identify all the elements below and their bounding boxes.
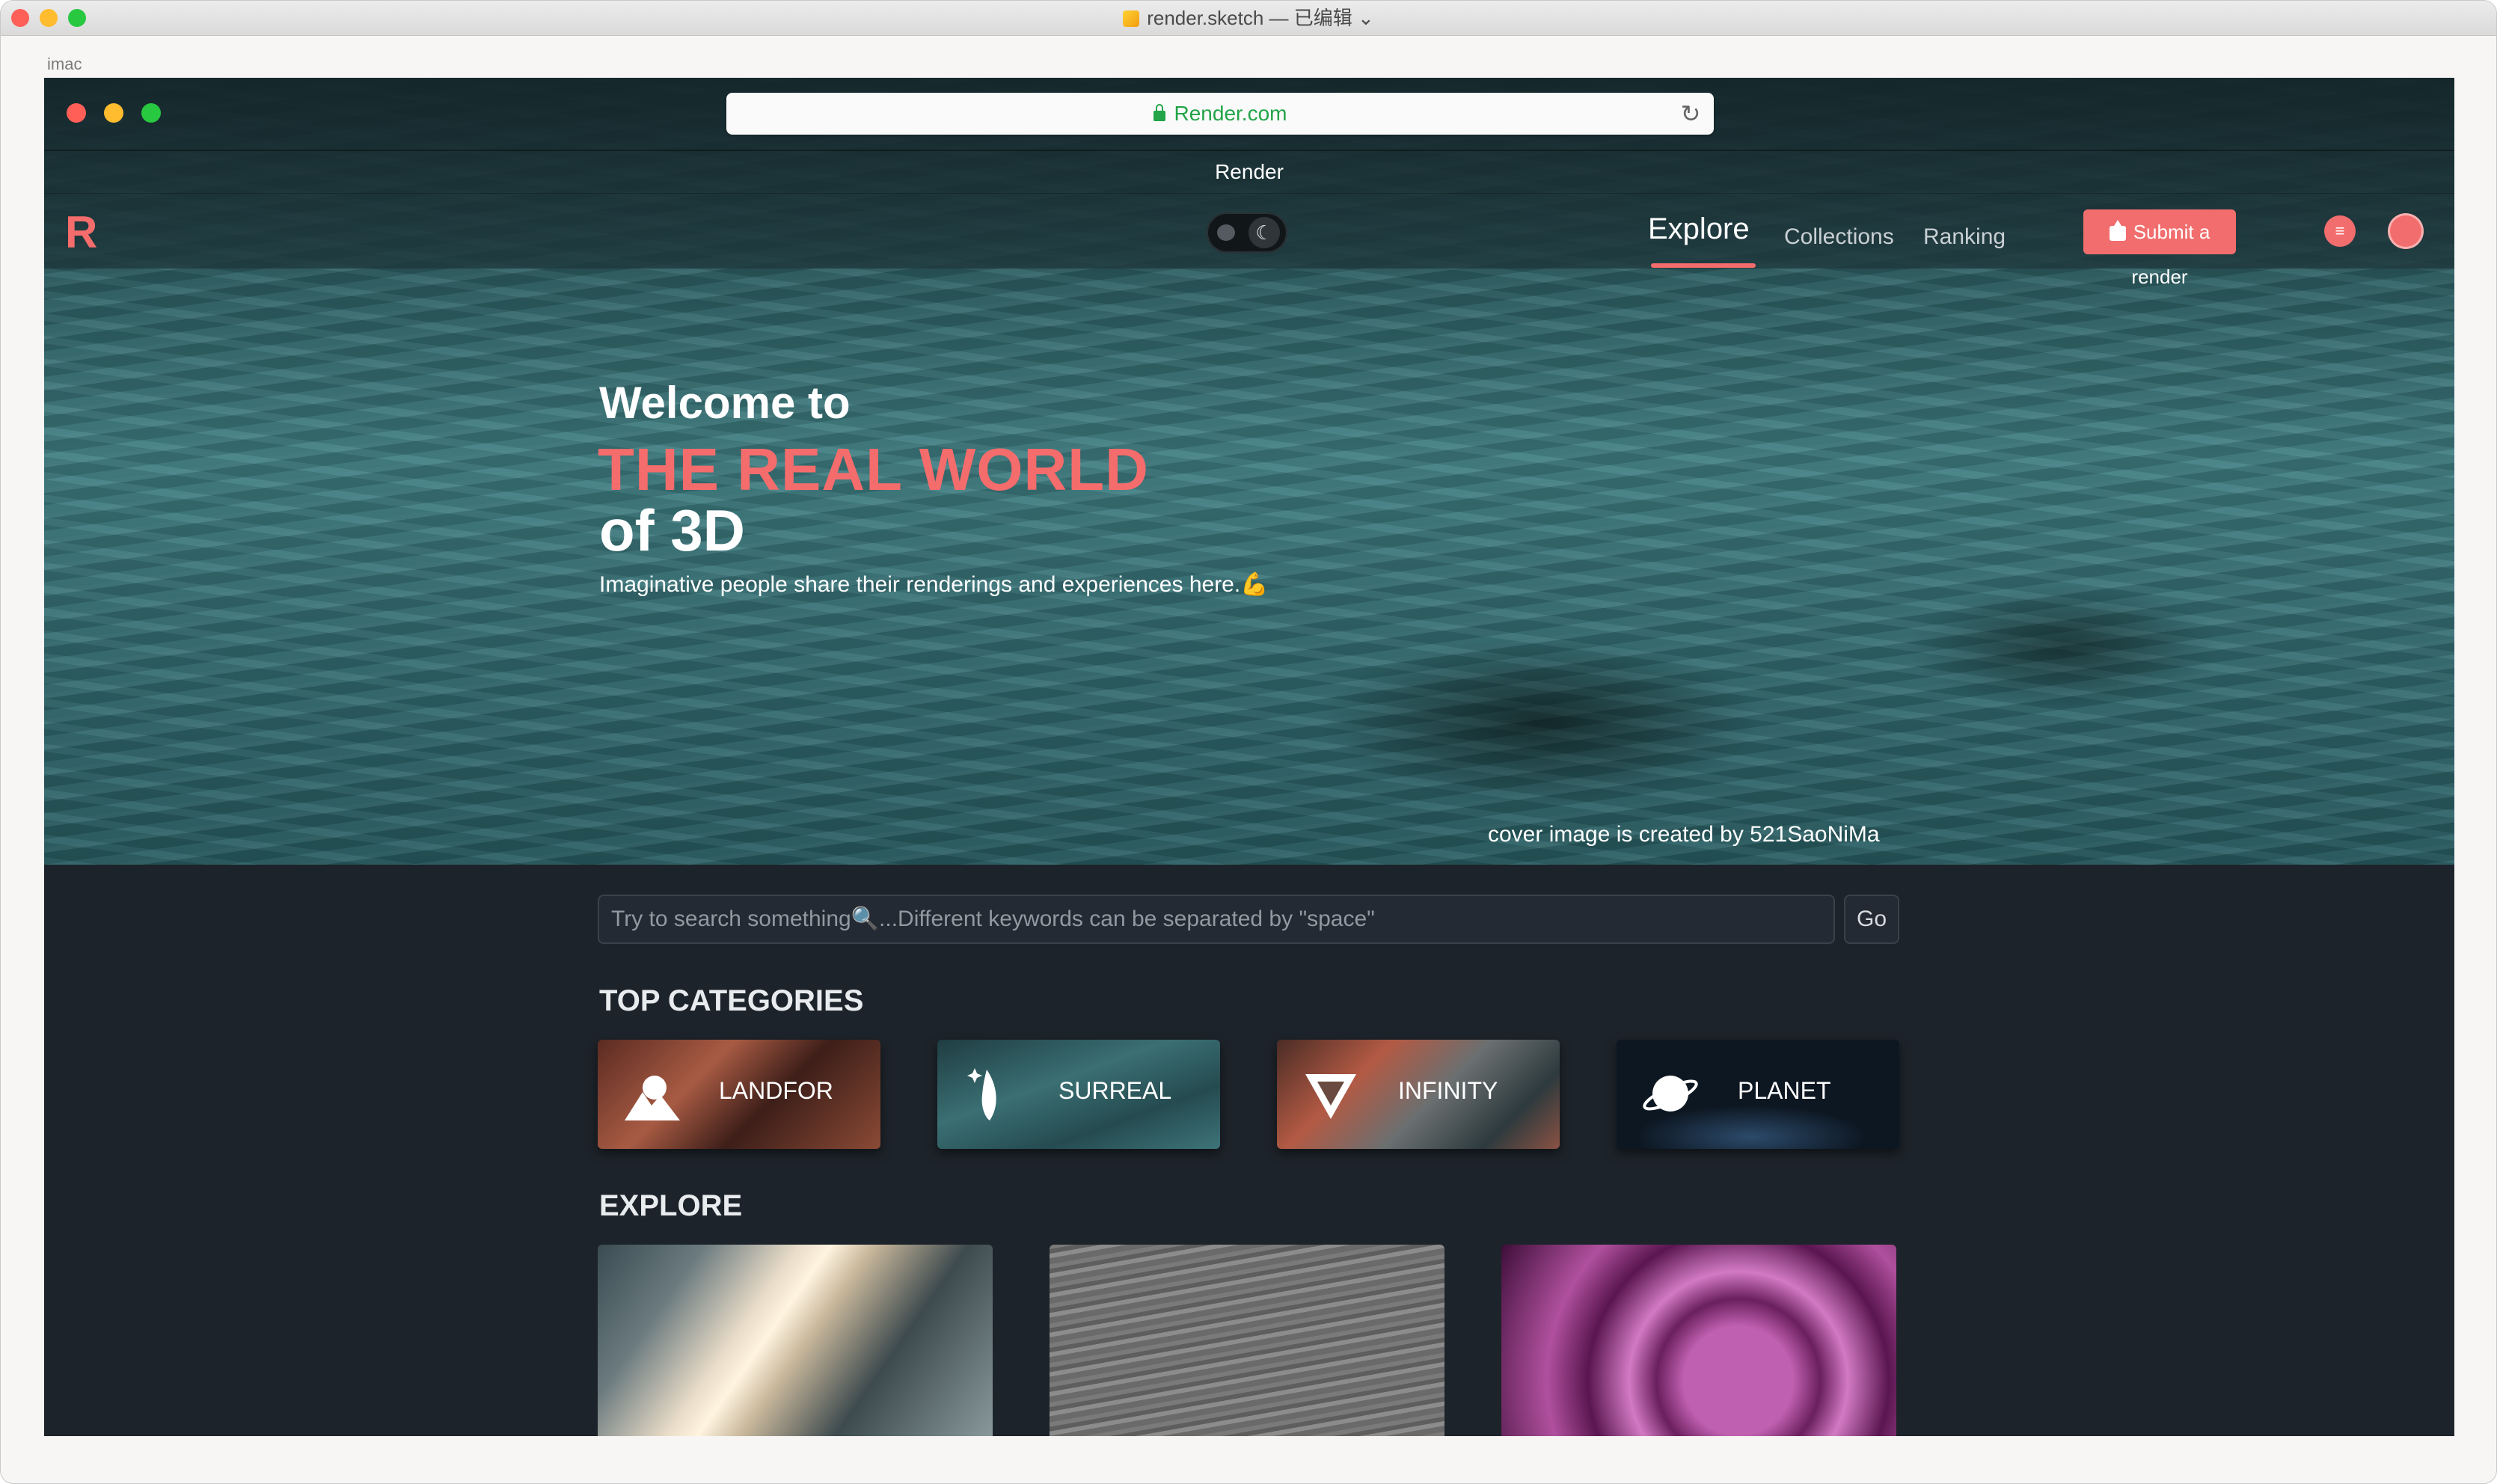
category-card-infinity[interactable]: INFINITY xyxy=(1277,1040,1560,1149)
category-card-surreal[interactable]: SURREAL xyxy=(937,1040,1220,1149)
hero-tagline: Imaginative people share their rendering… xyxy=(599,572,1269,597)
search-go-button[interactable]: Go xyxy=(1844,895,1899,944)
window-title-text: render.sketch — 已编辑 xyxy=(1147,7,1352,29)
sketch-file-icon xyxy=(1123,10,1140,27)
category-label: LANDFOR xyxy=(719,1077,833,1104)
chevron-down-icon[interactable]: ⌄ xyxy=(1358,7,1374,29)
nav-explore[interactable]: Explore xyxy=(1648,212,1750,246)
site-logo[interactable]: R xyxy=(65,206,97,258)
hero-headline-suffix: of 3D xyxy=(599,497,745,563)
explore-card[interactable] xyxy=(598,1245,993,1436)
explore-title: EXPLORE xyxy=(599,1189,743,1222)
browser-zoom-dot xyxy=(141,103,161,123)
cloud-icon xyxy=(1217,224,1235,241)
category-label: PLANET xyxy=(1738,1077,1831,1104)
hero-banner: Render.com ↻ Render R ☾ Explore Collecti… xyxy=(44,78,2454,865)
user-avatar[interactable] xyxy=(2390,215,2421,247)
upload-icon xyxy=(2109,220,2126,241)
category-label: SURREAL xyxy=(1058,1077,1172,1104)
artboard: Render.com ↻ Render R ☾ Explore Collecti… xyxy=(44,78,2454,1436)
window-titlebar: render.sketch — 已编辑 ⌄ xyxy=(1,1,2496,36)
divider xyxy=(44,193,2454,194)
url-display: Render.com xyxy=(726,93,1714,135)
chat-icon[interactable]: ≡ xyxy=(2324,215,2356,247)
window-title: render.sketch — 已编辑 ⌄ xyxy=(1,1,2496,35)
artboard-label: imac xyxy=(47,55,82,73)
top-categories-title: TOP CATEGORIES xyxy=(599,984,864,1017)
planet-icon xyxy=(1643,1076,1698,1112)
theme-toggle[interactable]: ☾ xyxy=(1207,212,1287,253)
search-input[interactable] xyxy=(598,895,1835,944)
explore-card[interactable] xyxy=(1050,1245,1444,1436)
divider xyxy=(44,150,2454,151)
category-card-landfor[interactable]: LANDFOR xyxy=(598,1040,880,1149)
moon-icon: ☾ xyxy=(1248,217,1280,248)
lock-icon xyxy=(1153,104,1165,121)
browser-close-dot xyxy=(67,103,86,123)
banana-icon xyxy=(967,1068,996,1120)
mountain-icon xyxy=(625,1076,680,1120)
triangle-icon xyxy=(1305,1074,1356,1119)
cover-credit: cover image is created by 521SaoNiMa xyxy=(1488,822,1880,847)
nav-collections[interactable]: Collections xyxy=(1784,224,1894,250)
explore-card[interactable] xyxy=(1501,1245,1896,1436)
mac-window: render.sketch — 已编辑 ⌄ imac Render.com ↻ … xyxy=(0,0,2497,1484)
reload-icon[interactable]: ↻ xyxy=(1678,101,1703,126)
submit-render-button[interactable]: Submit a render xyxy=(2083,209,2236,288)
nav-active-indicator xyxy=(1651,263,1756,268)
category-label: INFINITY xyxy=(1398,1077,1498,1104)
category-card-planet[interactable]: PLANET xyxy=(1617,1040,1899,1149)
url-text: Render.com xyxy=(1174,102,1287,125)
tab-title: Render xyxy=(1215,160,1284,183)
hero-headline: THE REAL WORLD xyxy=(598,436,1149,503)
browser-minimize-dot xyxy=(104,103,123,123)
hero-welcome: Welcome to xyxy=(599,378,851,428)
address-bar[interactable]: Render.com ↻ xyxy=(726,93,1714,135)
nav-ranking[interactable]: Ranking xyxy=(1923,224,2006,250)
